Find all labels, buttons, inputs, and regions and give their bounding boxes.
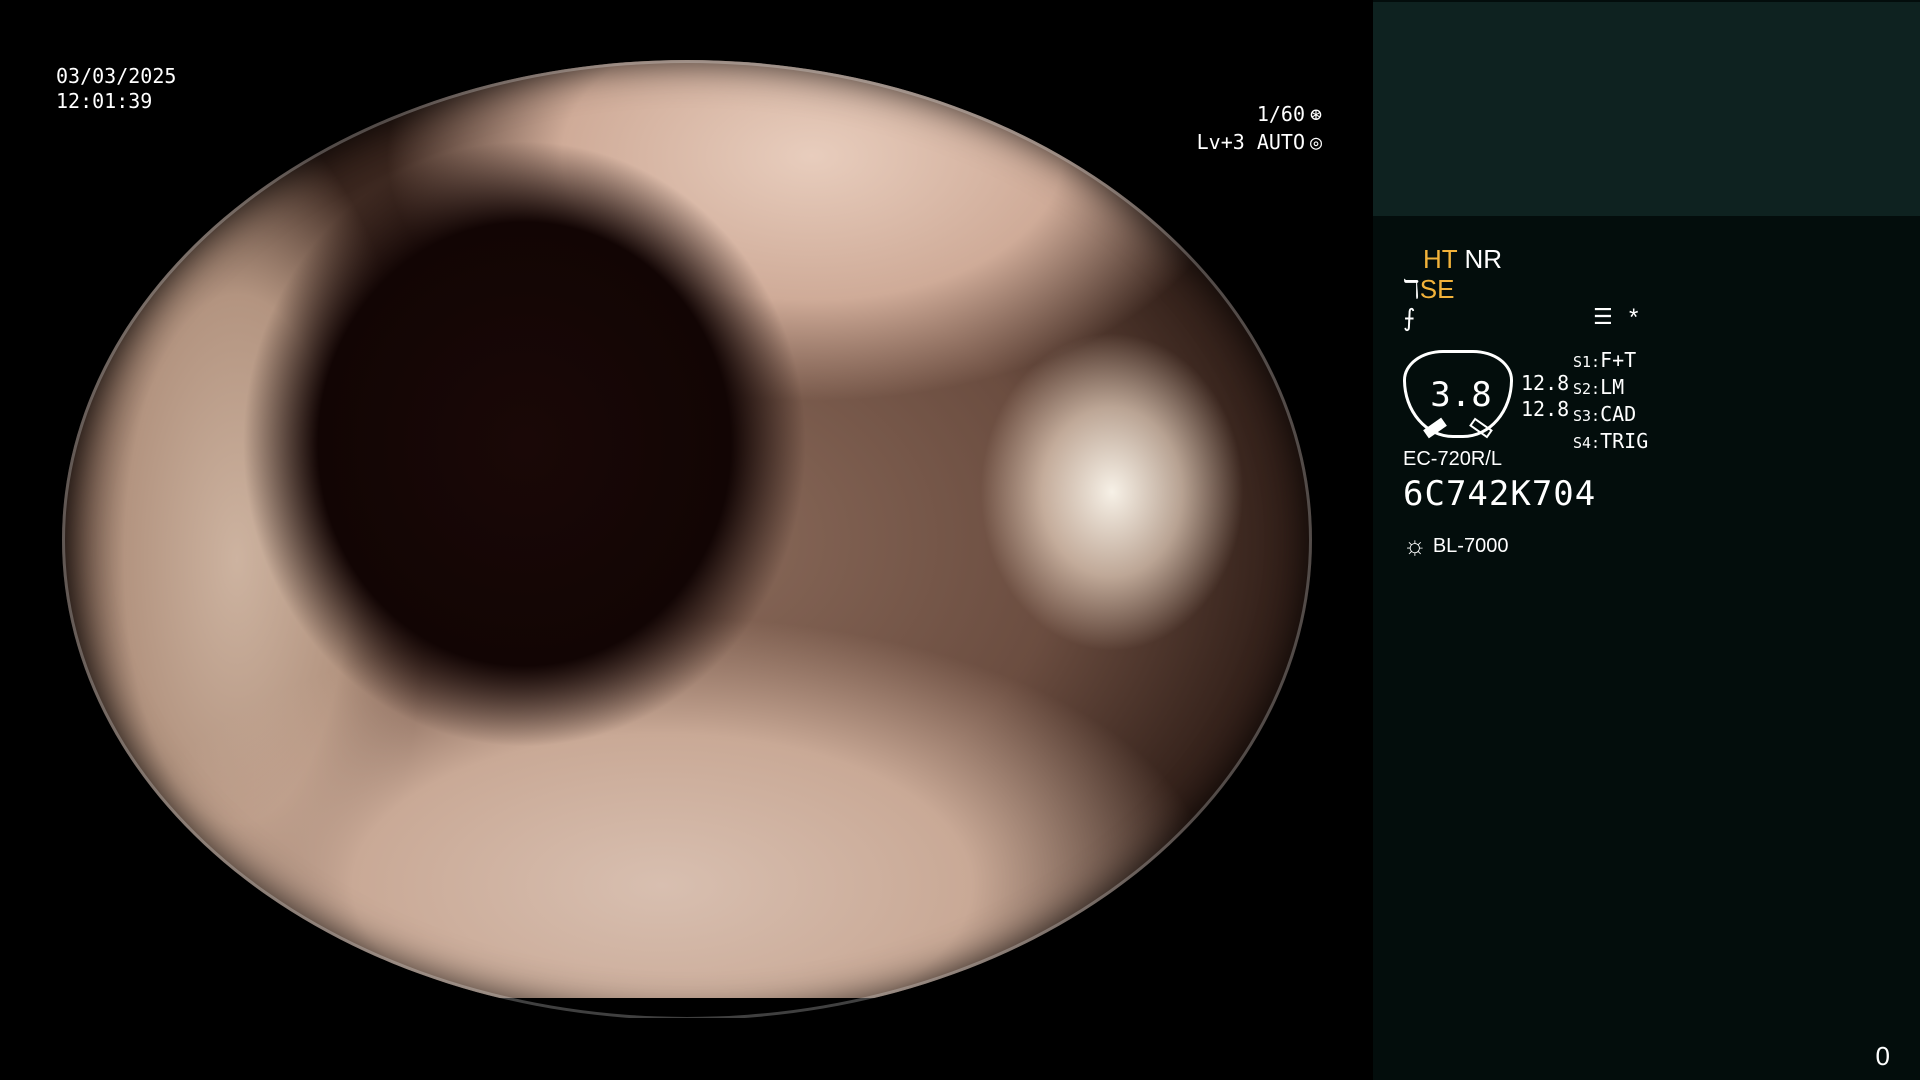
endoscope-video-area: 03/03/2025 12:01:39 1/60 ⊛ Lv+3 AUTO ◎ (0, 0, 1373, 1080)
gauge-left-mark (1423, 417, 1447, 439)
light-source-row: ☼ BL-7000 (1403, 530, 1508, 561)
scope-model: EC-720R/L (1403, 448, 1502, 470)
gauge-value: 3.8 (1430, 375, 1492, 415)
iris-icon: ◎ (1309, 130, 1323, 154)
date-text: 03/03/2025 (56, 64, 177, 88)
switch-row: S2:LM (1573, 375, 1625, 399)
status-panel: HT NR ℸSE ⨍ ☰ * 3.8 12.8 12.8 S1:F+T S2:… (1373, 0, 1920, 1080)
light-source-label: BL-7000 (1432, 535, 1509, 557)
panel-header-area (1373, 2, 1920, 216)
ht-nr-row: HT NR (1423, 244, 1502, 275)
ht-label: HT (1423, 244, 1458, 274)
menu-icon: ☰ (1593, 304, 1613, 329)
aperture-icon: ⊛ (1309, 102, 1323, 126)
frame-counter: 0 (1875, 1041, 1890, 1071)
nr-label: NR (1464, 244, 1502, 274)
gauge-a-value: 12.8 (1521, 371, 1570, 395)
endoscope-image (62, 60, 1312, 998)
se-label: SE (1419, 274, 1455, 304)
scope-enhance-icon: ℸ (1403, 274, 1420, 304)
scope-serial: 6C742K704 (1403, 474, 1597, 514)
video-bottom-mask (0, 1018, 1373, 1080)
time-text: 12:01:39 (56, 89, 153, 113)
gauge-indicator: 3.8 (1403, 350, 1513, 439)
enhancement-icon: ⨍ (1403, 305, 1416, 332)
gauge-b-value: 12.8 (1521, 397, 1570, 421)
gauge-right-mark (1469, 417, 1493, 439)
iris-text: Lv+3 AUTO (1196, 130, 1305, 154)
switch-row: S1:F+T (1573, 348, 1637, 372)
switch-row: S3:CAD (1573, 402, 1637, 426)
star-indicator: * (1629, 304, 1639, 331)
datetime-readout: 03/03/2025 12:01:39 (56, 64, 176, 114)
se-row: ℸSE (1403, 274, 1454, 305)
gauge-values: 12.8 12.8 (1521, 370, 1569, 422)
switch-row: S4:TRIG (1573, 429, 1649, 453)
shutter-text: 1/60 (1256, 102, 1305, 126)
switch-assignments: S1:F+T S2:LM S3:CAD S4:TRIG (1573, 348, 1648, 456)
light-source-icon: ☼ (1403, 530, 1427, 560)
exposure-readout: 1/60 ⊛ Lv+3 AUTO ◎ (1197, 100, 1325, 156)
